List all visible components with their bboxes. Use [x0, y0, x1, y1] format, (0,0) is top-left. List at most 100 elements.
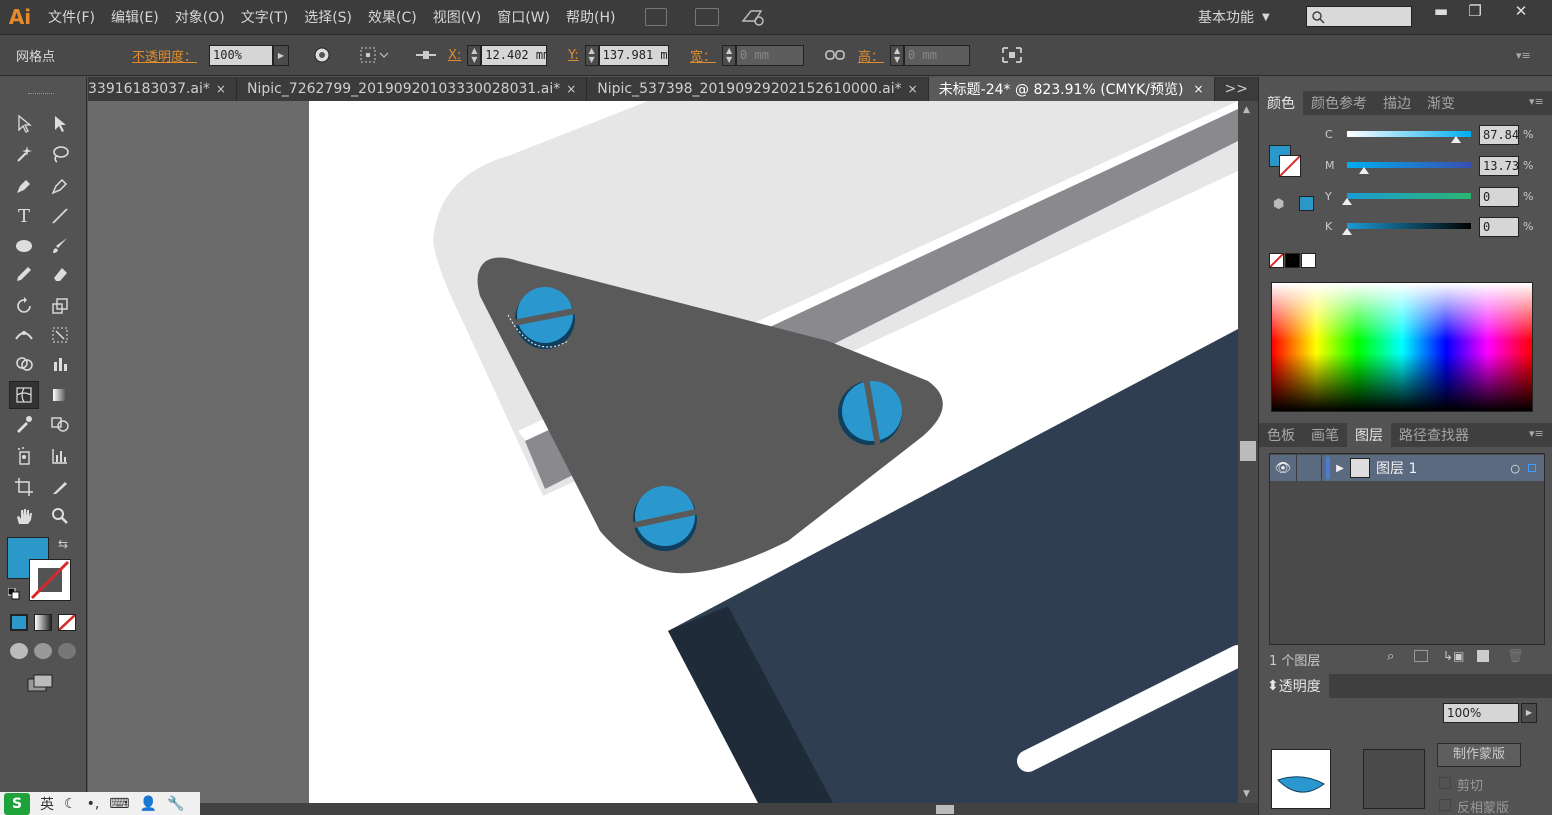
menu-object[interactable]: 对象(O) [167, 7, 233, 27]
cyan-slider-thumb[interactable] [1451, 136, 1462, 143]
curvature-tool-icon[interactable] [45, 172, 75, 200]
moon-icon[interactable]: ☾ [64, 796, 77, 812]
constrain-proportions-icon[interactable] [824, 35, 846, 75]
yellow-input[interactable]: 0 [1479, 187, 1519, 207]
black-input[interactable]: 0 [1479, 217, 1519, 237]
ime-logo[interactable]: S [4, 792, 30, 815]
menu-type[interactable]: 文字(T) [233, 7, 296, 27]
shape-builder-tool-icon[interactable] [9, 350, 39, 378]
height-input[interactable]: 0 mm [904, 44, 971, 66]
default-colors-icon[interactable] [7, 587, 20, 600]
mask-thumbnail[interactable] [1271, 749, 1331, 809]
transparency-opacity-input[interactable]: 100% [1443, 703, 1519, 723]
make-clipping-mask-icon[interactable] [1414, 650, 1428, 662]
none-mode-button[interactable] [58, 614, 76, 631]
restore-button[interactable]: ❐ [1460, 2, 1490, 24]
eraser-tool-icon[interactable] [45, 260, 75, 288]
width-tool-icon[interactable] [9, 321, 39, 349]
panel-menu-icon[interactable]: ▾≡ [1529, 95, 1544, 108]
hand-tool-icon[interactable] [9, 502, 39, 530]
gradient-mode-button[interactable] [34, 614, 52, 631]
opacity-arrow-button[interactable]: ▶ [1521, 703, 1537, 723]
canvas[interactable] [88, 101, 1238, 803]
empty-mask-thumbnail[interactable] [1363, 749, 1425, 809]
black-swatch[interactable] [1285, 253, 1300, 268]
stroke-swatch[interactable] [29, 559, 71, 601]
tab-layers[interactable]: 图层 [1347, 423, 1391, 447]
visibility-eye-icon[interactable]: 👁 [1270, 461, 1296, 476]
scroll-thumb[interactable] [1240, 441, 1256, 461]
tab-swatches[interactable]: 色板 [1259, 423, 1303, 447]
mesh-tool-icon[interactable] [9, 381, 39, 409]
layer-name[interactable]: 图层 1 [1376, 458, 1417, 478]
tab-pathfinder[interactable]: 路径查找器 [1391, 423, 1477, 447]
width-stepper[interactable]: ▲ ▼ [722, 44, 737, 66]
x-input[interactable]: 12.402 mm [481, 44, 548, 66]
tab-color-guide[interactable]: 颜色参考 [1303, 91, 1375, 115]
transform-reference-icon[interactable] [358, 35, 390, 75]
menu-select[interactable]: 选择(S) [296, 7, 360, 27]
symbol-sprayer-tool-icon[interactable] [9, 442, 39, 470]
y-label[interactable]: Y: [568, 48, 579, 63]
screen-mode-icon[interactable] [26, 673, 54, 693]
search-input[interactable] [1306, 6, 1412, 27]
black-slider-thumb[interactable] [1342, 228, 1352, 235]
color-spectrum[interactable] [1271, 282, 1533, 412]
magenta-slider-thumb[interactable] [1359, 167, 1370, 174]
make-mask-button[interactable]: 制作蒙版 [1437, 743, 1521, 767]
width-input[interactable]: 0 mm [736, 44, 805, 66]
tab-document-2[interactable]: Nipic_7262799_20190920103330028031.ai* × [237, 77, 588, 101]
vertical-scrollbar[interactable]: ▲ ▼ [1238, 101, 1258, 803]
tab-transparency[interactable]: ⬍ 透明度 [1259, 674, 1329, 698]
scroll-down-arrow[interactable]: ▼ [1243, 789, 1250, 799]
bridge-icon[interactable] [645, 8, 668, 26]
white-swatch[interactable] [1301, 253, 1316, 268]
artwork[interactable] [88, 101, 1238, 803]
layer-row[interactable]: 👁 ▶ 图层 1 ○ [1270, 455, 1544, 481]
cube-icon[interactable]: ⬢ [1273, 197, 1284, 212]
tab-close-button[interactable]: × [1193, 82, 1203, 96]
blend-tool-icon[interactable] [45, 410, 75, 438]
menu-edit[interactable]: 编辑(E) [103, 7, 167, 27]
y-stepper[interactable]: ▲ ▼ [584, 44, 599, 66]
x-label[interactable]: X: [448, 48, 461, 63]
keyboard-icon[interactable]: ⌨ [109, 796, 129, 812]
gpu-performance-icon[interactable] [741, 7, 767, 27]
direct-selection-tool-icon[interactable] [45, 110, 75, 138]
workspace-switcher[interactable]: 基本功能 ▼ [1198, 0, 1270, 34]
magenta-input[interactable]: 13.73 [1479, 156, 1519, 176]
tab-close-button[interactable]: × [908, 82, 918, 96]
draw-inside-icon[interactable] [58, 643, 76, 659]
delete-layer-icon[interactable]: 🗑 [1507, 649, 1524, 664]
pencil-tool-icon[interactable] [9, 260, 39, 288]
line-segment-tool-icon[interactable] [45, 202, 75, 230]
paintbrush-tool-icon[interactable] [45, 232, 75, 260]
zoom-tool-icon[interactable] [45, 502, 75, 530]
tab-gradient[interactable]: 渐变 [1419, 91, 1463, 115]
menu-effect[interactable]: 效果(C) [360, 7, 425, 27]
color-mode-button[interactable] [10, 614, 28, 631]
type-tool-icon[interactable]: T [9, 202, 39, 230]
invert-mask-checkbox[interactable] [1439, 799, 1451, 811]
y-input[interactable]: 137.981 mm [598, 44, 669, 66]
isolate-object-icon[interactable] [1000, 35, 1024, 75]
new-sublayer-icon[interactable]: ↳▣ [1443, 649, 1464, 663]
wrench-icon[interactable]: 🔧 [167, 796, 184, 812]
expand-arrow-icon[interactable]: ▶ [1330, 463, 1350, 474]
slice-tool-icon[interactable] [45, 473, 75, 501]
punctuation-icon[interactable]: •, [87, 796, 100, 812]
magic-wand-tool-icon[interactable] [9, 140, 39, 168]
width-label[interactable]: 宽： [690, 46, 716, 65]
arrange-documents-icon[interactable] [695, 8, 720, 26]
lock-toggle[interactable] [1296, 455, 1322, 481]
control-bar-menu-icon[interactable]: ▾≡ [1516, 35, 1531, 75]
gradient-tool-icon[interactable] [45, 381, 75, 409]
height-stepper[interactable]: ▲ ▼ [890, 44, 905, 66]
black-slider[interactable] [1342, 223, 1471, 235]
cyan-slider[interactable] [1347, 131, 1471, 143]
menu-view[interactable]: 视图(V) [425, 7, 490, 27]
tab-document-3[interactable]: Nipic_537398_20190929202152610000.ai* × [587, 77, 929, 101]
artboard-tool-icon[interactable] [9, 473, 39, 501]
menu-file[interactable]: 文件(F) [40, 7, 103, 27]
selection-tool-icon[interactable] [9, 110, 39, 138]
